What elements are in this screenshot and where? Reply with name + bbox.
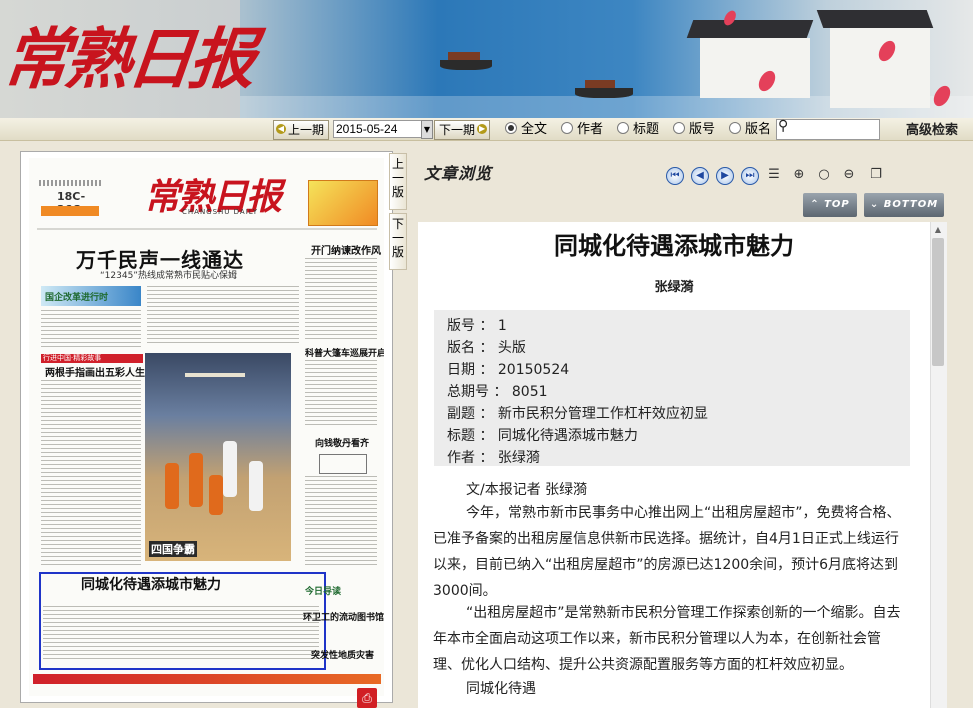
story-head: 今日导读 <box>305 587 342 597</box>
meta-page-name: 版名 ： 头版 <box>447 340 526 356</box>
scroll-bottom-label: BOTTOM <box>883 199 939 210</box>
house-decor <box>700 38 810 98</box>
lead-subhead: “12345”热线成常熟市民贴心保姆 <box>100 271 237 281</box>
boat-decor <box>575 88 633 98</box>
radio-icon <box>729 122 741 134</box>
story-head[interactable]: 开门纳谏改作风 <box>311 242 381 257</box>
list-icon[interactable]: ☰ <box>766 167 782 183</box>
pdf-download-icon[interactable]: ⎙ <box>357 688 377 708</box>
reader-title: 文章浏览 <box>424 164 493 183</box>
scroll-top-label: TOP <box>824 199 850 210</box>
boat-roof-decor <box>585 80 615 88</box>
story-text <box>43 606 319 662</box>
story-head[interactable]: 两根手指画出五彩人生 <box>45 364 145 379</box>
paper-masthead-sub: CHANGSHU DAILY <box>182 208 259 216</box>
search-icon[interactable]: ⚲ <box>778 118 788 134</box>
scrollbar-thumb[interactable] <box>932 238 944 366</box>
site-logo[interactable]: 常熟日报 <box>0 6 257 102</box>
radio-checked-icon <box>505 122 517 134</box>
boat-decor <box>440 60 492 70</box>
date-dropdown-button[interactable]: ▼ <box>421 120 433 139</box>
search-mode-page-name[interactable]: 版名 <box>729 122 771 137</box>
meta-issue-no: 总期号 ： 8051 <box>447 384 548 400</box>
next-issue-label: 下一期 <box>439 123 476 137</box>
article-title: 同城化待遇添城市魅力 <box>554 232 794 260</box>
last-icon[interactable]: ⏭ <box>741 167 759 185</box>
selected-article-headline[interactable]: 同城化待遇添城市魅力 <box>81 574 221 594</box>
search-mode-page-no[interactable]: 版号 <box>673 122 715 137</box>
article-paragraph: “出租房屋超市”是常熟新市民积分管理工作探索创新的一个缩影。自去年本市全面启动这… <box>433 605 901 673</box>
story-text <box>305 258 377 340</box>
bottom-banner <box>33 674 381 684</box>
search-input[interactable] <box>776 119 880 140</box>
issue-date-field[interactable] <box>333 120 423 138</box>
house-roof-decor <box>686 20 814 38</box>
story-head[interactable]: 环卫工的流动图书馆 <box>303 610 384 623</box>
story-head[interactable]: 突发性地质灾害 <box>311 648 374 661</box>
story-head[interactable]: 科普大篷车巡展开启 <box>305 346 384 359</box>
top-advert[interactable] <box>308 180 378 226</box>
radio-icon <box>673 122 685 134</box>
story-text <box>41 310 141 348</box>
search-mode-label: 作者 <box>577 122 604 137</box>
feature-banner: 国企改革进行时 <box>41 286 141 306</box>
meta-author: 作者 ： 张绿漪 <box>447 450 540 466</box>
meta-date: 日期 ： 20150524 <box>447 362 570 378</box>
newspaper-page[interactable]: 18C-26C 常熟日报 CHANGSHU DAILY 万千民声一线通达 “12… <box>29 158 384 696</box>
scroll-up-arrow-icon[interactable]: ▲ <box>930 222 946 238</box>
search-mode-title[interactable]: 标题 <box>617 122 659 137</box>
house-decor <box>830 28 930 108</box>
zoom-out-icon[interactable]: ⊖ <box>841 167 857 183</box>
story-head[interactable]: 向钱敬丹看齐 <box>315 436 369 449</box>
next-page-tab[interactable]: 下一版 <box>389 213 407 270</box>
radio-icon <box>561 122 573 134</box>
prev-page-tab[interactable]: 上一版 <box>389 153 407 210</box>
radio-icon <box>617 122 629 134</box>
section-tag: 行进中国·精彩故事 <box>41 354 143 363</box>
first-icon[interactable]: ⏮ <box>666 167 684 185</box>
next-icon[interactable]: ▶ <box>716 167 734 185</box>
divider <box>37 228 377 230</box>
weather-panel: 18C-26C <box>39 180 101 220</box>
article-subheading: 同城化待遇 <box>466 681 536 697</box>
meta-subtitle: 副题 ： 新市民积分管理工作杠杆效应初显 <box>447 406 708 422</box>
photo-caption: 四国争霸 <box>149 541 197 557</box>
zoom-in-icon[interactable]: ⊕ <box>791 167 807 183</box>
article-paragraph: 今年，常熟市新市民事务中心推出网上“出租房屋超市”，免费将合格、已准予备案的出租… <box>433 505 901 599</box>
search-mode-fulltext[interactable]: 全文 <box>505 122 547 137</box>
logo-area: 常熟日报 <box>0 0 256 118</box>
feature-banner-text: 国企改革进行时 <box>45 293 109 303</box>
search-mode-author[interactable]: 作者 <box>561 122 603 137</box>
boat-roof-decor <box>448 52 480 60</box>
house-roof-decor <box>816 10 934 28</box>
arrow-left-icon: ◀ <box>276 124 286 134</box>
basketball-photo[interactable]: 四国争霸 <box>145 353 291 561</box>
zoom-reset-icon[interactable]: ○ <box>816 167 832 183</box>
story-text <box>41 380 141 568</box>
prev-issue-button[interactable]: ◀ 上一期 <box>273 120 330 140</box>
scroll-bottom-button[interactable]: ⌄ BOTTOM <box>864 193 944 217</box>
advanced-search-link[interactable]: 高级检索 <box>906 119 958 138</box>
article-author: 张绿漪 <box>654 280 694 295</box>
story-text <box>305 476 377 566</box>
story-text <box>147 286 299 346</box>
meta-title: 标题 ： 同城化待遇添城市魅力 <box>447 428 638 444</box>
meta-page-no: 版号 ： 1 <box>447 318 507 334</box>
search-mode-label: 版名 <box>745 122 772 137</box>
arrow-right-icon: ▶ <box>477 124 488 134</box>
next-issue-button[interactable]: 下一期 ▶ <box>434 120 491 140</box>
prev-issue-label: 上一期 <box>288 123 325 137</box>
scroll-top-button[interactable]: ⌃ TOP <box>803 193 857 217</box>
copy-icon[interactable]: ❐ <box>868 167 884 183</box>
search-mode-label: 全文 <box>521 122 548 137</box>
search-mode-label: 标题 <box>633 122 660 137</box>
prev-icon[interactable]: ◀ <box>691 167 709 185</box>
story-text <box>305 360 377 428</box>
search-mode-label: 版号 <box>689 122 716 137</box>
column-logo <box>319 454 367 474</box>
